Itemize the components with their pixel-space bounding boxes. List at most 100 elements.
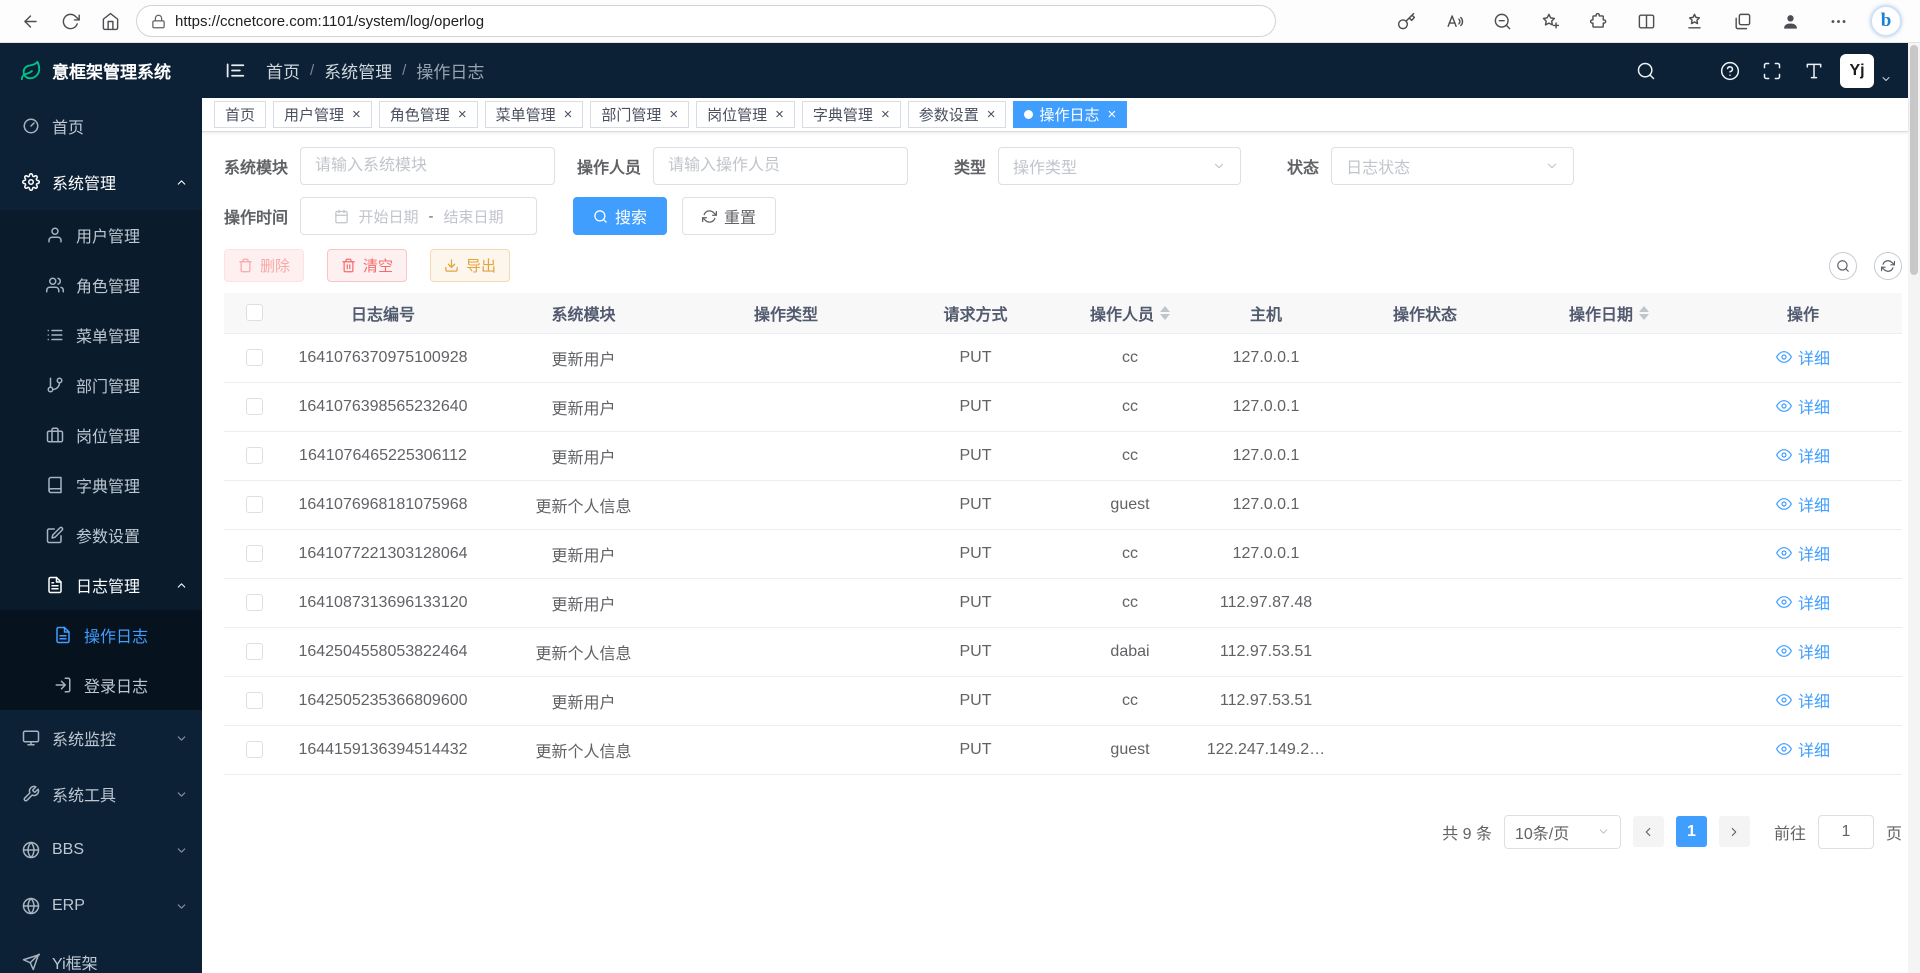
detail-link[interactable]: 详细 [1776,737,1830,761]
detail-link[interactable]: 详细 [1776,688,1830,712]
favorites-bar-button[interactable] [1676,4,1712,38]
select-all-checkbox[interactable] [246,304,263,321]
sidebar-item-role-mgmt[interactable]: 角色管理 [0,260,202,310]
app-logo[interactable]: 意框架管理系统 [0,43,202,98]
tab-user-mgmt[interactable]: 用户管理× [273,101,372,128]
row-checkbox[interactable] [246,594,263,611]
sidebar-item-oper-log[interactable]: 操作日志 [0,610,202,660]
select-cell[interactable] [224,725,284,774]
detail-link[interactable]: 详细 [1776,443,1830,467]
tab-close-icon[interactable]: × [564,107,573,122]
next-page-button[interactable] [1719,816,1750,847]
prev-page-button[interactable] [1633,816,1664,847]
column-header-select[interactable] [224,293,284,333]
select-cell[interactable] [224,480,284,529]
page-scrollbar[interactable] [1908,43,1920,973]
sidebar-item-log-mgmt[interactable]: 日志管理 [0,560,202,610]
question-button[interactable] [1712,53,1748,89]
back-button[interactable] [12,4,48,38]
font-size-button[interactable] [1796,53,1832,89]
goto-page-input[interactable] [1818,815,1874,849]
tab-role-mgmt[interactable]: 角色管理× [379,101,478,128]
tab-close-icon[interactable]: × [458,107,467,122]
detail-link[interactable]: 详细 [1776,345,1830,369]
sidebar-item-dept-mgmt[interactable]: 部门管理 [0,360,202,410]
sidebar-item-yi-framework[interactable]: Yi框架 [0,934,202,973]
extensions-button[interactable] [1580,4,1616,38]
select-cell[interactable] [224,333,284,382]
status-select[interactable]: 日志状态 [1331,147,1574,185]
sidebar-item-erp[interactable]: ERP [0,878,202,934]
split-screen-button[interactable] [1628,4,1664,38]
detail-link[interactable]: 详细 [1776,541,1830,565]
tab-dept-mgmt[interactable]: 部门管理× [590,101,689,128]
row-checkbox[interactable] [246,692,263,709]
search-button[interactable]: 搜索 [573,197,667,235]
reload-button[interactable] [52,4,88,38]
operator-input[interactable] [653,147,908,185]
row-checkbox[interactable] [246,398,263,415]
tab-oper-log[interactable]: 操作日志× [1013,101,1127,128]
select-cell[interactable] [224,676,284,725]
tab-home[interactable]: 首页 [214,101,266,128]
detail-link[interactable]: 详细 [1776,639,1830,663]
tab-dict-mgmt[interactable]: 字典管理× [802,101,901,128]
breadcrumb-item-home[interactable]: 首页 [266,58,300,83]
sidebar-item-login-log[interactable]: 登录日志 [0,660,202,710]
sort-icon[interactable] [1639,306,1649,320]
tab-close-icon[interactable]: × [775,107,784,122]
tab-param-settings[interactable]: 参数设置× [908,101,1007,128]
row-checkbox[interactable] [246,545,263,562]
row-checkbox[interactable] [246,447,263,464]
read-aloud-button[interactable] [1436,4,1472,38]
sidebar-fold-button[interactable] [218,54,252,88]
reset-button[interactable]: 重置 [682,197,776,235]
collections-button[interactable] [1724,4,1760,38]
sidebar-item-post-mgmt[interactable]: 岗位管理 [0,410,202,460]
github-button[interactable] [1670,53,1706,89]
search-button[interactable] [1628,53,1664,89]
row-checkbox[interactable] [246,643,263,660]
select-cell[interactable] [224,431,284,480]
date-range-picker[interactable]: 开始日期 - 结束日期 [300,197,537,235]
scrollbar-thumb[interactable] [1910,45,1918,275]
page-1-button[interactable]: 1 [1676,816,1707,847]
column-header-operator[interactable]: 操作人员 [1064,293,1196,333]
bing-button[interactable]: b [1868,4,1904,38]
select-cell[interactable] [224,529,284,578]
tab-close-icon[interactable]: × [1108,107,1117,122]
column-header-date[interactable]: 操作日期 [1514,293,1704,333]
export-button[interactable]: 导出 [430,249,510,282]
row-checkbox[interactable] [246,349,263,366]
sidebar-item-system-mgmt[interactable]: 系统管理 [0,154,202,210]
type-select[interactable]: 操作类型 [998,147,1241,185]
refresh-table-button[interactable] [1874,252,1902,280]
sidebar-item-user-mgmt[interactable]: 用户管理 [0,210,202,260]
sidebar-item-menu-mgmt[interactable]: 菜单管理 [0,310,202,360]
sort-icon[interactable] [1160,306,1170,320]
profile-avatar-button[interactable] [1772,4,1808,38]
row-checkbox[interactable] [246,741,263,758]
sidebar-item-dict-mgmt[interactable]: 字典管理 [0,460,202,510]
select-cell[interactable] [224,382,284,431]
tab-close-icon[interactable]: × [352,107,361,122]
toggle-search-button[interactable] [1829,252,1857,280]
detail-link[interactable]: 详细 [1776,590,1830,614]
user-avatar[interactable]: Yj [1840,54,1874,88]
tab-post-mgmt[interactable]: 岗位管理× [696,101,795,128]
detail-link[interactable]: 详细 [1776,394,1830,418]
sidebar-item-param-settings[interactable]: 参数设置 [0,510,202,560]
tab-menu-mgmt[interactable]: 菜单管理× [485,101,584,128]
tab-close-icon[interactable]: × [669,107,678,122]
detail-link[interactable]: 详细 [1776,492,1830,516]
sidebar-item-home[interactable]: 首页 [0,98,202,154]
sidebar-item-system-monitor[interactable]: 系统监控 [0,710,202,766]
delete-button[interactable]: 删除 [224,249,304,282]
select-cell[interactable] [224,627,284,676]
chevron-down-icon[interactable] [1880,73,1892,85]
row-checkbox[interactable] [246,496,263,513]
more-button[interactable] [1820,4,1856,38]
zoom-out-button[interactable] [1484,4,1520,38]
tab-close-icon[interactable]: × [987,107,996,122]
fullscreen-button[interactable] [1754,53,1790,89]
